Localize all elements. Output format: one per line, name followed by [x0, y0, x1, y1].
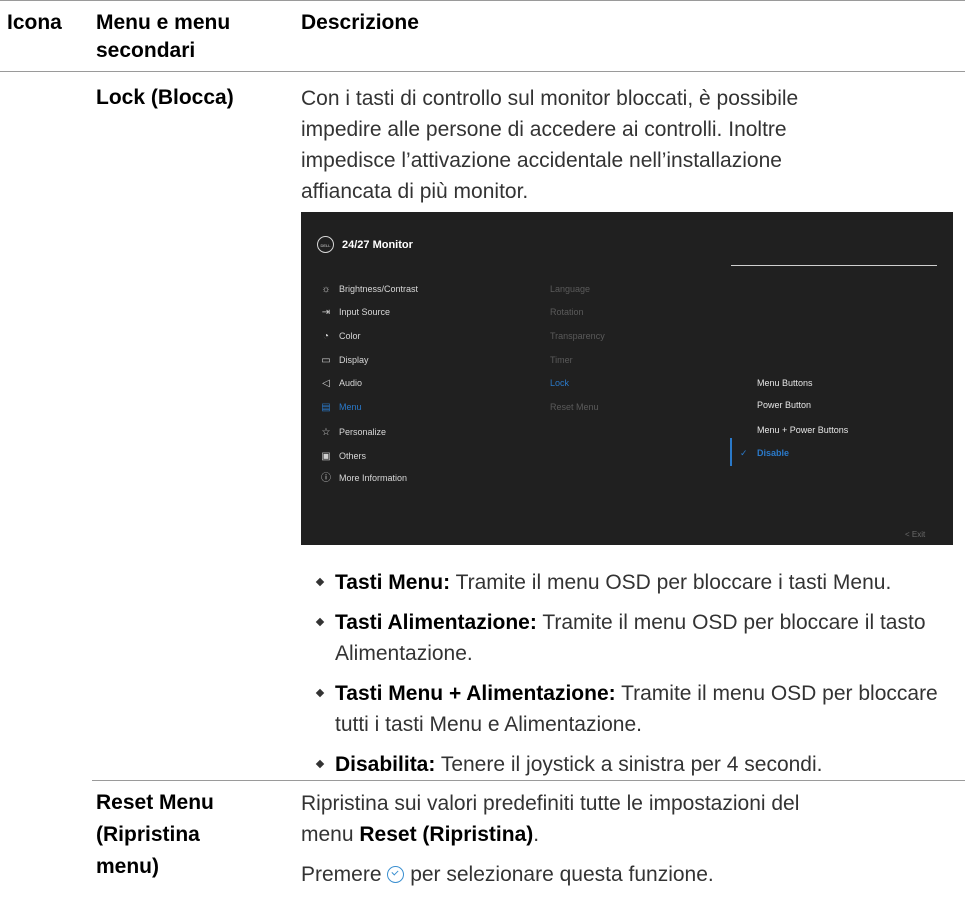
- lock-desc-line: Con i tasti di controllo sul monitor blo…: [301, 87, 799, 110]
- osd-sub-lock: Lock: [550, 378, 570, 388]
- list-item: Disabilita: Tenere il joystick a sinistr…: [315, 749, 957, 780]
- info-icon: ⓘ: [321, 473, 331, 484]
- reset-title-line: menu): [96, 855, 159, 878]
- osd-option-menu-power-buttons: Menu + Power Buttons: [757, 425, 849, 435]
- bullet-text: Tenere il joystick a sinistra per 4 seco…: [435, 753, 823, 776]
- bullet-term: Tasti Alimentazione:: [335, 611, 537, 634]
- bullet-text: Tramite il menu OSD per bloccare i tasti…: [450, 571, 892, 594]
- osd-selection-bar: [730, 438, 732, 466]
- header-menu-line2: secondari: [96, 39, 196, 62]
- reset-press-line: Premere per selezionare questa funzione.: [301, 859, 951, 890]
- osd-menu-label: Color: [339, 331, 361, 341]
- personalize-icon: ☆: [321, 427, 331, 438]
- osd-header-line: [731, 265, 937, 266]
- list-item: Tasti Menu: Tramite il menu OSD per bloc…: [315, 567, 957, 598]
- osd-sub-transparency: Transparency: [550, 331, 605, 341]
- osd-menu-input-source: ⇥ Input Source: [319, 304, 390, 320]
- bullet-icon: [315, 577, 325, 587]
- check-icon: ✓: [740, 448, 748, 458]
- osd-menu-color: ◔ Color: [319, 328, 361, 344]
- lock-desc-line: impedire alle persone di accedere ai con…: [301, 118, 787, 141]
- osd-menu-label: Input Source: [339, 307, 391, 317]
- osd-menu-menu: ▤ Menu: [319, 399, 362, 415]
- osd-menu-label: Others: [339, 451, 367, 461]
- top-rule: [0, 0, 965, 1]
- bullet-term: Disabilita:: [335, 753, 436, 776]
- reset-title-line: (Ripristina: [96, 823, 200, 846]
- list-item: Tasti Alimentazione: Tramite il menu OSD…: [315, 607, 957, 669]
- osd-menu-label: Display: [339, 355, 369, 365]
- reset-menu-title: Reset Menu (Ripristina menu): [96, 787, 214, 883]
- bullet-icon: [315, 688, 325, 698]
- reset-title-line: Reset Menu: [96, 791, 214, 814]
- dell-logo-icon: DELL: [317, 236, 334, 253]
- reset-desc-text: .: [533, 823, 540, 846]
- display-icon: ▭: [321, 355, 331, 366]
- osd-menu-label: Personalize: [339, 427, 387, 437]
- osd-sub-rotation: Rotation: [550, 307, 584, 317]
- header-menu-line1: Menu e menu: [96, 11, 231, 34]
- lock-desc-line: affiancata di più monitor.: [301, 180, 529, 203]
- brightness-icon: ☼: [321, 284, 331, 295]
- osd-menu-label: Brightness/Contrast: [339, 284, 419, 294]
- list-item: Tasti Menu + Alimentazione: Tramite il m…: [315, 678, 957, 740]
- header-description: Descrizione: [301, 11, 419, 34]
- press-text: Premere: [301, 863, 388, 886]
- bullet-term: Tasti Menu + Alimentazione:: [335, 682, 616, 705]
- row-rule: [92, 780, 965, 781]
- lock-title: Lock (Blocca): [96, 86, 234, 109]
- header-rule: [0, 71, 965, 72]
- osd-option-menu-buttons: Menu Buttons: [757, 378, 813, 388]
- lock-desc-line: impedisce l’attivazione accidentale nell…: [301, 149, 782, 172]
- osd-menu-display: ▭ Display: [319, 352, 369, 368]
- osd-menu-personalize: ☆ Personalize: [319, 424, 387, 440]
- osd-menu-label: Audio: [339, 378, 363, 388]
- osd-menu-label: More Information: [339, 473, 408, 483]
- osd-menu-brightness: ☼ Brightness/Contrast: [319, 281, 418, 297]
- press-text: per selezionare questa funzione.: [404, 863, 714, 886]
- color-icon: ◔: [322, 331, 330, 342]
- reset-desc-line: menu Reset (Ripristina).: [301, 819, 951, 850]
- reset-desc-bold: Reset (Ripristina): [359, 823, 534, 846]
- bullet-icon: [315, 759, 325, 769]
- osd-sub-reset-menu: Reset Menu: [550, 402, 599, 412]
- osd-sub-timer: Timer: [550, 355, 573, 365]
- osd-option-power-button: Power Button: [757, 400, 812, 410]
- osd-exit: < Exit: [905, 530, 926, 539]
- input-source-icon: ⇥: [321, 307, 331, 318]
- osd-menu-more-information: ⓘ More Information: [319, 470, 407, 486]
- header-icon: Icona: [7, 11, 62, 34]
- check-circle-icon: [387, 866, 405, 883]
- osd-menu-audio: ◁ Audio: [319, 375, 362, 391]
- lock-options-list: Tasti Menu: Tramite il menu OSD per bloc…: [315, 567, 957, 780]
- osd-title: 24/27 Monitor: [342, 239, 413, 251]
- reset-description: Ripristina sui valori predefiniti tutte …: [301, 788, 951, 890]
- reset-desc-text: menu: [301, 823, 360, 846]
- lock-description: Con i tasti di controllo sul monitor blo…: [301, 83, 951, 207]
- bullet-term: Tasti Menu:: [335, 571, 451, 594]
- osd-menu-label: Menu: [339, 402, 362, 412]
- menu-icon: ▤: [321, 402, 331, 413]
- osd-screenshot: DELL 24/27 Monitor ☼ Brightness/Contrast …: [301, 212, 953, 545]
- others-icon: ▣: [321, 451, 331, 462]
- osd-option-disable: Disable: [757, 448, 790, 458]
- reset-desc-line: Ripristina sui valori predefiniti tutte …: [301, 792, 800, 815]
- osd-sub-language: Language: [550, 284, 591, 294]
- header-menu: Menu e menu secondari: [96, 9, 230, 65]
- osd-menu-others: ▣ Others: [319, 448, 366, 464]
- bullet-icon: [315, 617, 325, 627]
- audio-icon: ◁: [322, 378, 330, 389]
